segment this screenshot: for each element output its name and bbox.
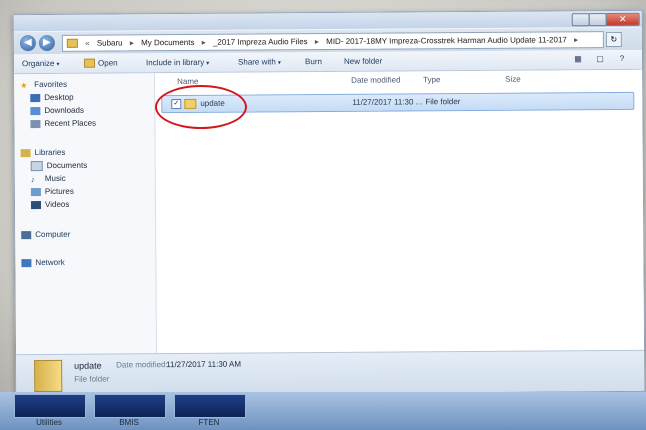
nav-downloads[interactable]: Downloads [30,106,84,115]
nav-favorites-label: Favorites [34,79,68,90]
utilities-shortcut-icon[interactable] [14,394,86,418]
details-name: update [74,360,102,371]
documents-icon [30,160,43,172]
nav-downloads-label: Downloads [44,105,84,115]
close-button[interactable]: ✕ [605,12,640,27]
column-header-type[interactable]: Type [423,75,440,84]
share-label: Share with [237,57,276,67]
videos-icon [30,200,42,209]
desktop-shortcut-strip: Utilities BMIS FTEN [0,392,646,430]
breadcrumb-my-documents[interactable]: My Documents [138,38,197,47]
bmis-label[interactable]: BMIS [94,418,164,427]
nav-pictures[interactable]: Pictures [30,186,74,196]
new-folder-button[interactable]: New folder [344,57,382,66]
nav-computer[interactable]: Computer [21,230,70,239]
music-note-icon: ♪ [30,174,35,184]
include-label: Include in library [145,57,205,68]
organize-menu[interactable]: Organize ▾ [22,59,60,68]
file-type: File folder [425,97,461,107]
nav-recent-places[interactable]: Recent Places [30,119,96,128]
open-button[interactable]: Open [83,58,118,69]
ften-label[interactable]: FTEN [174,418,244,427]
nav-recent-label: Recent Places [44,118,97,128]
address-bar[interactable]: « Subaru ▸ My Documents ▸ _2017 Impreza … [61,31,604,52]
overflow-chevron[interactable]: « [83,39,92,48]
caret-icon: ▾ [56,61,60,68]
maximize-button[interactable] [588,13,607,27]
nav-network[interactable]: Network [21,257,65,268]
preview-pane-icon[interactable]: ▢ [594,54,606,64]
views-icon[interactable]: ▦ [572,54,584,64]
nav-documents[interactable]: Documents [30,160,88,172]
desktop-icon [30,93,41,102]
open-folder-icon [83,59,96,69]
ften-shortcut-icon[interactable] [174,394,246,418]
details-date-label: Date modified: [116,360,168,370]
address-row: ◀ ▶ « Subaru ▸ My Documents ▸ _2017 Impr… [13,27,642,55]
computer-icon [21,230,32,240]
breadcrumb-separator[interactable]: ▸ [572,35,580,44]
breadcrumb-impreza-audio-files[interactable]: _2017 Impreza Audio Files [210,37,311,47]
organize-label: Organize [21,58,55,69]
breadcrumb-harman-audio-update[interactable]: MID- 2017-18MY Impreza-Crosstrek Harman … [323,35,570,46]
red-circle-annotation [155,85,247,129]
nav-desktop[interactable]: Desktop [30,92,74,102]
column-header-date-modified[interactable]: Date modified [351,75,400,84]
nav-documents-label: Documents [46,160,88,171]
libraries-icon [20,148,31,158]
bmis-shortcut-icon[interactable] [94,394,166,418]
explorer-window: ✕ ◀ ▶ « Subaru ▸ My Documents ▸ _2017 Im… [12,9,646,397]
network-icon [21,258,32,268]
nav-favorites[interactable]: ★ Favorites [20,79,68,91]
nav-music[interactable]: ♪ Music [30,173,66,184]
share-with-menu[interactable]: Share with ▾ [238,57,281,66]
details-type: File folder [74,374,110,384]
downloads-icon [30,106,41,115]
minimize-button[interactable] [571,13,590,27]
details-pane: update Date modified: 11/27/2017 11:30 A… [16,349,645,396]
navigation-pane: ★ Favorites Desktop Downloads Recent Plac… [14,73,158,356]
help-icon[interactable]: ? [616,54,628,64]
include-in-library-menu[interactable]: Include in library ▾ [146,58,209,67]
breadcrumb-separator[interactable]: ▸ [200,38,208,47]
file-date-modified: 11/27/2017 11:30 ... [352,97,423,107]
folder-icon [66,39,78,49]
burn-button[interactable]: Burn [305,57,322,66]
utilities-label[interactable]: Utilities [14,418,84,427]
nav-computer-label: Computer [35,229,71,240]
nav-videos[interactable]: Videos [30,199,70,209]
nav-music-label: Music [44,173,66,183]
nav-videos-label: Videos [44,199,70,209]
column-header-size[interactable]: Size [505,75,521,84]
back-arrow-icon[interactable]: ◀ [19,35,36,52]
open-label: Open [97,58,118,68]
nav-libraries-label: Libraries [34,147,66,158]
breadcrumb-separator[interactable]: ▸ [128,38,136,47]
forward-arrow-icon[interactable]: ▶ [38,34,55,52]
large-folder-icon [34,359,63,393]
refresh-icon[interactable]: ↻ [605,31,622,48]
nav-pictures-label: Pictures [44,186,74,196]
nav-desktop-label: Desktop [44,92,74,102]
breadcrumb-subaru[interactable]: Subaru [94,38,126,47]
star-icon: ★ [20,80,28,91]
pictures-icon [30,187,41,196]
caret-icon: ▾ [206,60,210,67]
nav-network-label: Network [35,257,65,268]
recent-places-icon [30,119,41,128]
breadcrumb-separator[interactable]: ▸ [313,37,321,46]
caret-icon: ▾ [277,60,281,67]
nav-libraries[interactable]: Libraries [20,147,66,158]
details-date-value: 11/27/2017 11:30 AM [166,359,242,370]
